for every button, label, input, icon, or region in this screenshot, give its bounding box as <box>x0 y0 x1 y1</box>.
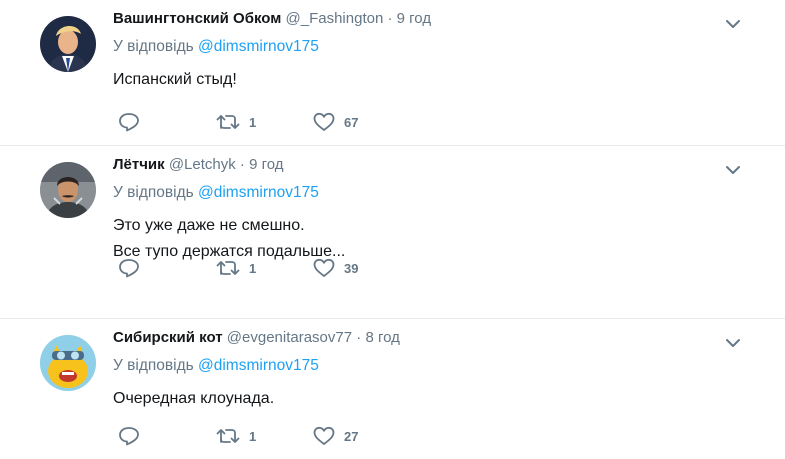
reply-icon <box>119 113 139 132</box>
like-button[interactable]: 67 <box>313 112 358 132</box>
tweet-actions: 1 67 <box>118 112 358 132</box>
reply-mention[interactable]: @dimsmirnov175 <box>198 38 319 55</box>
author-name[interactable]: Вашингтонский Обком <box>113 10 281 27</box>
like-count: 67 <box>344 114 359 130</box>
retweet-icon <box>216 115 240 129</box>
reply-context: У відповідь @dimsmirnov175 <box>113 356 725 376</box>
tweet-time[interactable]: 9 год <box>397 10 431 27</box>
heart-icon <box>313 258 335 277</box>
retweet-count: 1 <box>249 114 257 130</box>
author-name[interactable]: Лётчик <box>113 156 165 173</box>
reply-mention[interactable]: @dimsmirnov175 <box>198 184 319 201</box>
retweet-count: 1 <box>249 428 257 444</box>
tweet-text-line: Это уже даже не смешно. <box>113 217 305 234</box>
retweet-button[interactable]: 1 <box>216 259 313 277</box>
retweet-count: 1 <box>249 260 257 276</box>
author-handle[interactable]: @evgenitarasov77 <box>227 329 352 346</box>
chevron-down-icon[interactable] <box>725 18 741 30</box>
reply-context: У відповідь @dimsmirnov175 <box>113 183 725 203</box>
reply-icon <box>119 259 139 278</box>
author-handle[interactable]: @Letchyk <box>169 156 236 173</box>
tweet[interactable]: Сибирский кот @evgenitarasov77 · 8 год У… <box>0 319 785 459</box>
like-button[interactable]: 27 <box>313 426 358 446</box>
retweet-icon <box>216 429 240 443</box>
separator-dot: · <box>387 10 393 27</box>
like-count: 27 <box>344 428 359 444</box>
heart-icon <box>313 112 335 131</box>
avatar[interactable] <box>40 162 96 218</box>
reply-icon <box>119 427 139 446</box>
retweet-button[interactable]: 1 <box>216 427 313 445</box>
tweet-time[interactable]: 9 год <box>249 156 283 173</box>
author-name[interactable]: Сибирский кот <box>113 329 223 346</box>
tweet-text: Испанский стыд! <box>113 67 725 93</box>
reply-prefix: У відповідь <box>113 357 194 374</box>
tweet-text-line: Испанский стыд! <box>113 71 237 88</box>
chevron-down-icon[interactable] <box>725 164 741 176</box>
like-count: 39 <box>344 260 359 276</box>
avatar[interactable] <box>40 335 96 391</box>
separator-dot: · <box>239 156 245 173</box>
reply-mention[interactable]: @dimsmirnov175 <box>198 357 319 374</box>
tweet-time[interactable]: 8 год <box>365 329 399 346</box>
reply-context: У відповідь @dimsmirnov175 <box>113 37 725 57</box>
tweet-text: Очередная клоунада. <box>113 386 725 412</box>
separator-dot: · <box>356 329 362 346</box>
like-button[interactable]: 39 <box>313 258 358 278</box>
avatar[interactable] <box>40 16 96 72</box>
reply-button[interactable] <box>118 112 216 132</box>
author-handle[interactable]: @_Fashington <box>286 10 384 27</box>
chevron-down-icon[interactable] <box>725 337 741 349</box>
tweet[interactable]: Вашингтонский Обком @_Fashington · 9 год… <box>0 0 785 146</box>
tweet-actions: 1 39 <box>118 258 358 278</box>
tweet-text-line: Очередная клоунада. <box>113 390 275 407</box>
reply-prefix: У відповідь <box>113 38 194 55</box>
tweet[interactable]: Лётчик @Letchyk · 9 год У відповідь @dim… <box>0 146 785 319</box>
heart-icon <box>313 426 335 445</box>
reply-button[interactable] <box>118 426 216 446</box>
retweet-icon <box>216 261 240 275</box>
retweet-button[interactable]: 1 <box>216 113 313 131</box>
tweet-actions: 1 27 <box>118 426 358 446</box>
reply-prefix: У відповідь <box>113 184 194 201</box>
reply-button[interactable] <box>118 258 216 278</box>
